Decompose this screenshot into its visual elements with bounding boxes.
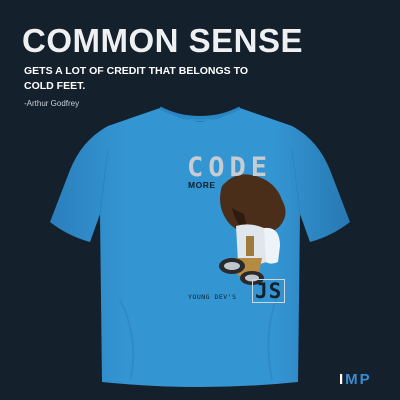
print-code-text: CODE	[187, 152, 273, 183]
character-illustration	[219, 174, 286, 285]
print-more-text: MORE	[188, 180, 216, 190]
print-js-logo: JS	[252, 279, 286, 303]
imp-logo: IMP	[339, 371, 372, 388]
logo-rest: MP	[345, 371, 372, 388]
print-young-devs-text: YOUNG DEV'S	[188, 293, 237, 301]
